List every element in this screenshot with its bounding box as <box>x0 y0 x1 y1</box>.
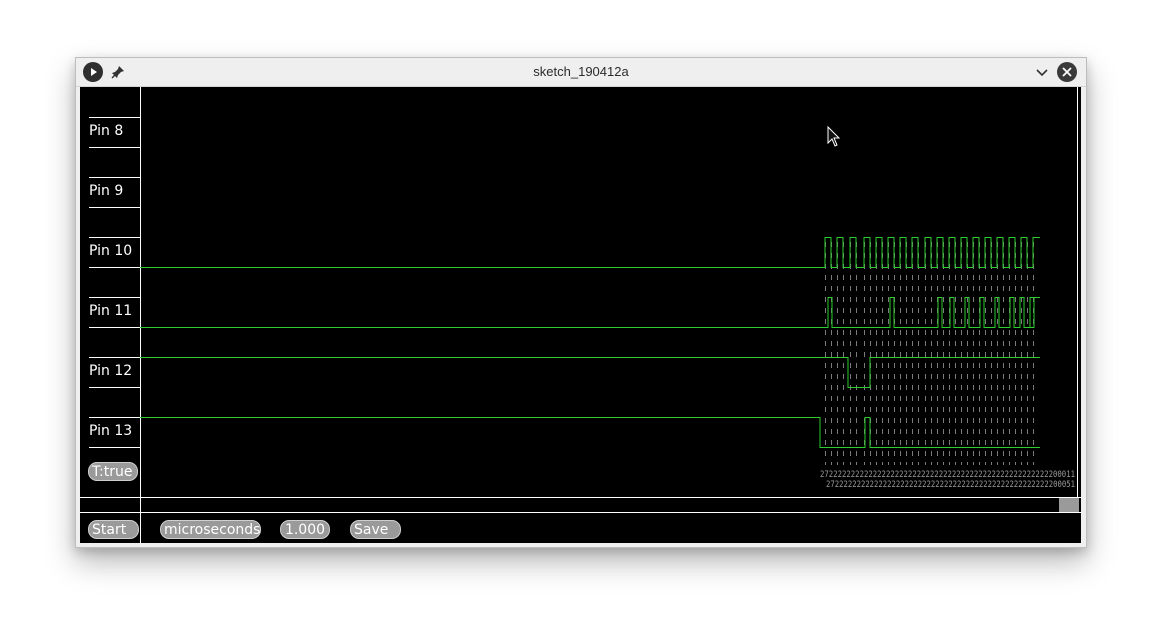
trigger-toggle-button[interactable]: T:true <box>88 462 138 481</box>
mouse-cursor-icon <box>827 126 841 147</box>
window-title: sketch_190412a <box>533 64 629 79</box>
pin-10-waveform <box>140 237 1040 268</box>
pin-8-label: Pin 8 <box>89 123 124 139</box>
grid-layer: 2722222222222222222222222222222222222222… <box>80 87 1081 543</box>
logic-analyzer-canvas[interactable]: 2722222222222222222222222222222222222222… <box>80 87 1081 543</box>
save-button[interactable]: Save <box>350 520 401 539</box>
time-units-button[interactable]: microseconds <box>160 520 261 539</box>
close-button[interactable] <box>1057 62 1077 82</box>
pin-9-label: Pin 9 <box>89 183 124 199</box>
timestamp-row-2: 2722222222222222222222222222222222222222… <box>826 480 1075 490</box>
chevron-down-icon <box>1036 69 1048 77</box>
horizontal-scrollbar-thumb <box>1059 498 1079 512</box>
pin-13-waveform <box>140 417 1040 448</box>
signal-waveforms <box>140 237 1040 448</box>
pin-13-label: Pin 13 <box>89 423 133 439</box>
title-bar: sketch_190412a <box>76 58 1086 87</box>
pin-11-label: Pin 11 <box>89 303 133 319</box>
pin-11-waveform <box>140 297 1040 328</box>
timestamp-row-1: 2722222222222222222222222222222222222222… <box>820 470 1075 480</box>
minimize-button[interactable] <box>1034 64 1050 80</box>
pin-12-waveform <box>140 357 1040 388</box>
app-window: sketch_190412a 2722222222222222222222222… <box>75 57 1087 548</box>
pin-10-label: Pin 10 <box>89 243 133 259</box>
time-scale-button[interactable]: 1.000 <box>280 520 330 539</box>
start-button[interactable]: Start <box>88 520 139 539</box>
close-icon <box>1062 67 1072 77</box>
edge-markers <box>825 242 1034 465</box>
pin-12-label: Pin 12 <box>89 363 133 379</box>
